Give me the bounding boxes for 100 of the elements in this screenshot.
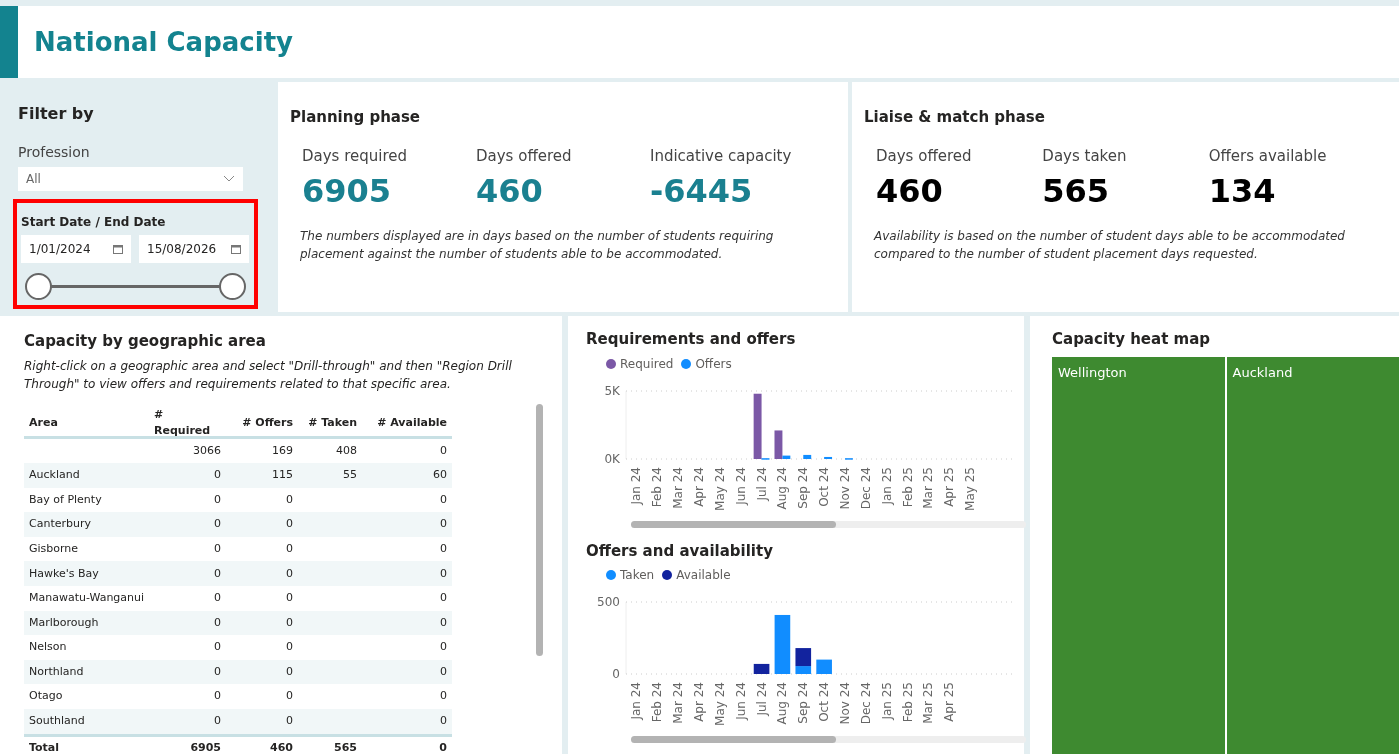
table-cell: 3066	[193, 443, 221, 457]
profession-dropdown[interactable]: All	[18, 167, 243, 191]
table-cell: 0	[214, 517, 221, 531]
axis-tick-label: 0	[612, 667, 620, 681]
axis-tick-label: Feb 25	[900, 466, 915, 507]
axis-tick-label: Apr 24	[692, 466, 706, 507]
kpi-value: -6445	[650, 171, 754, 212]
table-row[interactable]: Canterbury 0 0 0	[24, 512, 452, 537]
axis-tick-label: Jun 24	[733, 466, 748, 505]
kpi-label: Days offered	[876, 145, 973, 167]
table-row[interactable]: Marlborough 0 0 0	[24, 610, 452, 636]
axis-tick-label: 0K	[604, 451, 620, 466]
table-row[interactable]: Southland 0 0 0	[24, 709, 452, 734]
axis-tick-label: Jan 25	[879, 682, 894, 720]
axis-tick-label: Jan 24	[629, 466, 644, 505]
axis-tick-label: Aug 24	[775, 466, 790, 509]
table-cell: 0	[286, 517, 293, 531]
axis-tick-label: 500	[597, 595, 620, 609]
bar	[816, 659, 832, 674]
table-cell: 0	[286, 615, 293, 629]
date-field[interactable]: 1/01/2024	[21, 235, 131, 263]
date-field[interactable]: 15/08/2026	[139, 235, 249, 263]
table-cell: 0	[214, 591, 221, 605]
card-note: Availability is based on the number of student days able to be accommodated compared to the number of student placement days requested.	[874, 228, 1346, 263]
kpi-value: 565	[1042, 171, 1111, 212]
axis-tick-label: 5K	[604, 383, 620, 398]
table-row[interactable]: Northland 0 0 0	[24, 659, 452, 685]
kpi-label: Days required	[302, 145, 409, 167]
table-row[interactable]: Hawke's Bay 0 0 0	[24, 561, 452, 587]
kpi-label: Days taken	[1042, 145, 1128, 167]
date-value: 1/01/2024	[29, 241, 91, 258]
legend-label: Available	[676, 567, 731, 584]
kpi-value: 134	[1208, 171, 1277, 212]
table-cell: 0	[214, 615, 221, 629]
slider-thumb[interactable]	[25, 273, 52, 300]
heat-map-tile[interactable]: Wellington	[1052, 356, 1225, 754]
table-cell: 0	[286, 566, 293, 580]
table-cell: Nelson	[29, 640, 67, 654]
column-header[interactable]: # Offers	[242, 414, 298, 432]
vertical-scrollbar[interactable]	[536, 404, 543, 656]
axis-tick-label: Dec 24	[858, 466, 873, 509]
axis-tick-label: Oct 24	[817, 466, 832, 507]
table-cell: Auckland	[29, 468, 80, 482]
axis-tick-label: Apr 25	[942, 682, 957, 722]
table-cell: 0	[440, 664, 447, 678]
table-cell: 0	[214, 541, 221, 555]
table-row[interactable]: Auckland 0 115 55 60	[24, 463, 452, 488]
kpi-label: Days offered	[476, 145, 573, 167]
column-header[interactable]: Area	[24, 414, 58, 432]
table-cell: 0	[440, 640, 447, 654]
card-title: Liaise & match phase	[864, 107, 1046, 128]
table-cell: 0	[440, 714, 447, 728]
table-cell: 0	[440, 566, 447, 580]
table-cell: 0	[440, 591, 447, 605]
table-cell: 0	[214, 714, 221, 728]
filter-label: Profession	[18, 143, 91, 162]
axis-tick-label: Mar 25	[921, 466, 936, 509]
axis-tick-label: Jan 24	[629, 682, 644, 720]
table-cell: 0	[440, 541, 447, 555]
table-cell: 0	[286, 689, 293, 703]
filter-title: Filter by	[18, 103, 95, 125]
axis-tick-label: Mar 24	[671, 682, 686, 724]
table-cell: 0	[440, 615, 447, 629]
axis-tick-label: May 24	[712, 466, 727, 511]
axis-tick-label: Dec 24	[858, 682, 873, 725]
column-header[interactable]: # Available	[377, 414, 452, 432]
total-cell-text: 6905	[190, 739, 222, 754]
table-cell: 0	[440, 689, 447, 703]
axis-tick-label: May 24	[712, 682, 727, 726]
table-cell: Northland	[29, 664, 84, 678]
table-cell: 0	[286, 591, 293, 605]
table-cell: 55	[343, 468, 357, 482]
axis-tick-label: Jun 24	[733, 682, 748, 720]
filter-label: Start Date / End Date	[21, 214, 167, 231]
table-cell: 0	[286, 492, 293, 506]
table-cell: 0	[214, 566, 221, 580]
bar	[753, 663, 770, 674]
table-cell: 0	[440, 517, 447, 531]
axis-tick-label: May 25	[963, 466, 978, 511]
range-slider[interactable]	[25, 271, 246, 301]
column-header[interactable]: # Required	[154, 406, 226, 440]
card-note: The numbers displayed are in days based on the number of students requiring placement against the number of students able to be accommodated.	[300, 228, 775, 263]
horizontal-scrollbar[interactable]	[631, 520, 1026, 528]
horizontal-scrollbar[interactable]	[631, 736, 1026, 743]
axis-tick-label: Mar 25	[921, 682, 936, 724]
page-title: National Capacity	[34, 25, 293, 59]
table-cell: 0	[214, 689, 221, 703]
calendar-icon	[231, 244, 241, 254]
date-value: 15/08/2026	[147, 241, 217, 258]
heat-map-tile[interactable]: Auckland	[1226, 356, 1399, 754]
calendar-icon	[113, 244, 123, 254]
column-header[interactable]: # Taken	[308, 414, 362, 432]
axis-tick-label: Sep 24	[796, 682, 811, 724]
axis-tick-label: Jul 24	[754, 466, 769, 501]
legend-label: Required	[620, 355, 674, 373]
table-cell: 0	[214, 492, 221, 506]
table-cell: 60	[433, 468, 447, 482]
slider-thumb[interactable]	[219, 273, 246, 300]
axis-tick-label: Jul 24	[754, 682, 769, 716]
bar	[803, 454, 812, 459]
